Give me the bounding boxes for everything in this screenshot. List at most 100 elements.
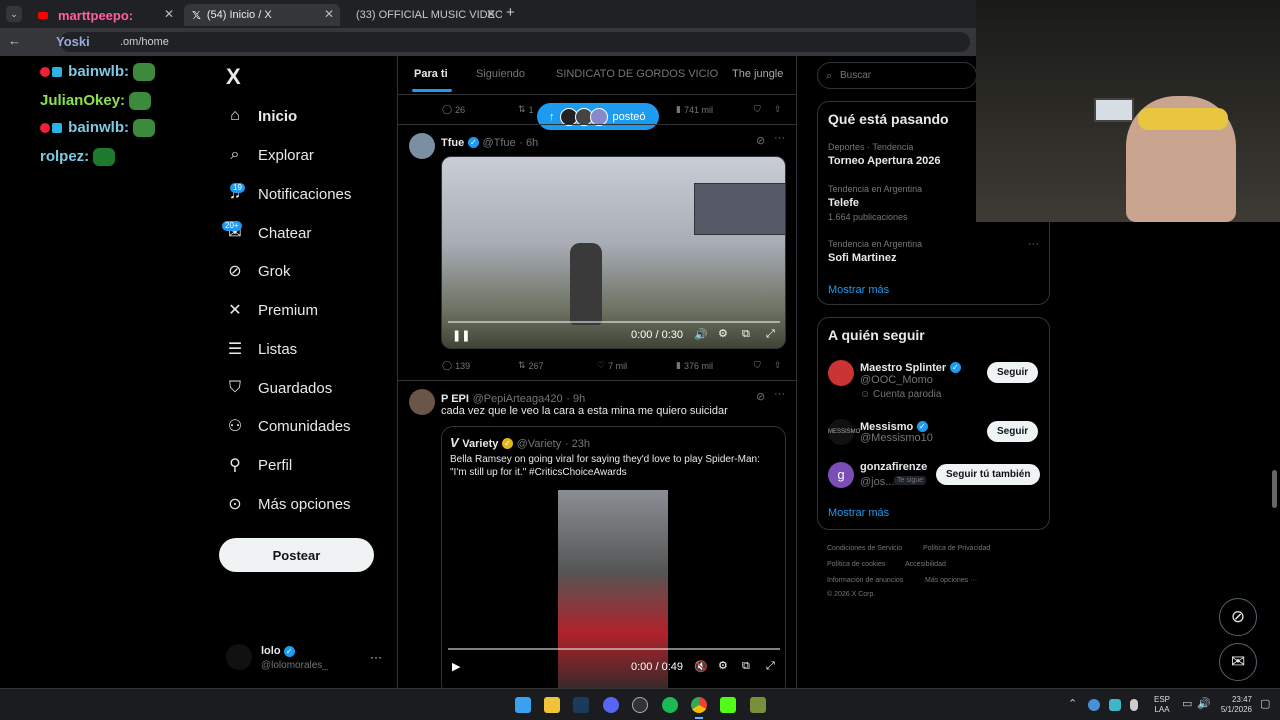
fullscreen-icon[interactable]: ⤢ bbox=[766, 660, 775, 673]
avatar[interactable] bbox=[409, 389, 435, 415]
fullscreen-icon[interactable]: ⤢ bbox=[766, 328, 775, 341]
retweet-button[interactable]: ⇅ 267 bbox=[518, 360, 544, 371]
account-switcher[interactable]: lolo ✓ @lolomorales_ ··· bbox=[226, 642, 386, 674]
follow-show-more[interactable]: Mostrar más bbox=[828, 507, 889, 519]
nav-explore[interactable]: ⌕ Explorar bbox=[226, 139, 314, 171]
trend-item[interactable]: Sofi Martinez bbox=[828, 252, 896, 264]
more-icon[interactable]: ··· bbox=[774, 388, 785, 400]
play-icon[interactable]: ▶ bbox=[452, 660, 460, 673]
notification-icon[interactable]: ▢ bbox=[1260, 697, 1270, 710]
views-button[interactable]: ▮ 741 mil bbox=[676, 104, 713, 115]
pip-icon[interactable]: ⧉ bbox=[742, 328, 750, 341]
tab-list-button[interactable]: ⌄ bbox=[6, 6, 22, 22]
x-logo[interactable]: X bbox=[226, 64, 241, 90]
follow-name[interactable]: gonzafirenze bbox=[860, 461, 927, 473]
avatar[interactable] bbox=[828, 360, 854, 386]
chrome-icon[interactable] bbox=[691, 697, 707, 713]
browser-tab-2[interactable]: 𝕏 (54) Inicio / X ✕ bbox=[184, 4, 340, 26]
reply-button[interactable]: ◯ 26 bbox=[442, 104, 465, 115]
close-icon[interactable]: ✕ bbox=[486, 7, 496, 21]
search-input[interactable]: ⌕ Buscar bbox=[817, 62, 977, 89]
microphone-icon[interactable] bbox=[1130, 699, 1138, 711]
browser-tab-3[interactable]: (33) OFFICIAL MUSIC VIDEO: S... ✕ bbox=[342, 4, 502, 26]
post-button[interactable]: Postear bbox=[219, 538, 374, 572]
nav-more[interactable]: ⊙ Más opciones bbox=[226, 488, 350, 520]
footer-link[interactable]: Información de anuncios bbox=[827, 577, 903, 584]
grok-icon[interactable]: ⊘ bbox=[756, 390, 765, 403]
avatar[interactable]: MESSISMO bbox=[828, 419, 860, 445]
nav-profile[interactable]: ⚲ Perfil bbox=[226, 449, 292, 481]
more-icon[interactable]: ··· bbox=[370, 650, 382, 664]
footer-link[interactable]: Política de cookies bbox=[827, 561, 885, 568]
obs-icon[interactable] bbox=[632, 697, 648, 713]
discord-icon[interactable] bbox=[603, 697, 619, 713]
footer-link[interactable]: Accesibilidad bbox=[905, 561, 946, 568]
back-icon[interactable]: ← bbox=[8, 33, 21, 48]
trends-show-more[interactable]: Mostrar más bbox=[828, 284, 889, 296]
language-indicator[interactable]: ESP LAA bbox=[1154, 695, 1170, 715]
bookmark-button[interactable]: ⛉ bbox=[754, 360, 761, 371]
trend-item[interactable]: Telefe bbox=[828, 197, 859, 209]
share-button[interactable]: ⇪ bbox=[774, 104, 782, 115]
volume-icon[interactable]: 🔊 bbox=[694, 328, 708, 341]
avatar[interactable]: g bbox=[828, 462, 854, 488]
video-progress[interactable] bbox=[448, 648, 780, 650]
address-bar[interactable]: .om/home bbox=[60, 32, 970, 52]
scrollbar[interactable] bbox=[1272, 470, 1277, 508]
folder-icon[interactable] bbox=[544, 697, 560, 713]
messages-button[interactable]: ✉ bbox=[1219, 643, 1257, 681]
network-icon[interactable]: ▭ bbox=[1182, 697, 1192, 710]
chevron-up-icon[interactable]: ⌃ bbox=[1068, 697, 1077, 710]
nav-bookmarks[interactable]: ⛉ Guardados bbox=[226, 372, 332, 404]
nav-home[interactable]: ⌂ Inicio bbox=[226, 100, 297, 132]
follow-button[interactable]: Seguir bbox=[987, 421, 1039, 442]
tab-siguiendo[interactable]: Siguiendo bbox=[476, 68, 525, 80]
tab-para-ti[interactable]: Para ti bbox=[414, 68, 448, 80]
quote-video[interactable]: ▶ 0:00 / 0:49 🔇 ⚙ ⧉ ⤢ bbox=[442, 490, 785, 688]
kick-icon[interactable] bbox=[720, 697, 736, 713]
spotify-icon[interactable] bbox=[662, 697, 678, 713]
tab-the-jungle[interactable]: The jungle bbox=[732, 68, 783, 80]
footer-link[interactable]: Más opciones ··· bbox=[925, 577, 977, 584]
volume-icon[interactable]: 🔊 bbox=[1197, 697, 1211, 710]
tweet-video[interactable]: ❚❚ 0:00 / 0:30 🔊 ⚙ ⧉ ⤢ bbox=[441, 156, 786, 349]
tray-icon[interactable] bbox=[1088, 699, 1100, 711]
more-icon[interactable]: ··· bbox=[1028, 238, 1039, 250]
browser-tab-1[interactable]: marttpeepo: ✕ bbox=[30, 4, 180, 26]
gear-icon[interactable]: ⚙ bbox=[718, 327, 728, 340]
nav-grok[interactable]: ⊘ Grok bbox=[226, 255, 290, 287]
follow-back-button[interactable]: Seguir tú también bbox=[936, 464, 1041, 485]
reply-button[interactable]: ◯ 139 bbox=[442, 360, 470, 371]
clock[interactable]: 23:47 5/1/2026 bbox=[1216, 695, 1252, 715]
nav-premium[interactable]: ✕ Premium bbox=[226, 294, 318, 326]
nav-lists[interactable]: ☰ Listas bbox=[226, 333, 297, 365]
footer-link[interactable]: Condiciones de Servicio bbox=[827, 545, 902, 552]
close-icon[interactable]: ✕ bbox=[164, 7, 174, 21]
views-button[interactable]: ▮ 376 mil bbox=[676, 360, 713, 371]
video-progress[interactable] bbox=[448, 321, 780, 323]
grok-button[interactable]: ⊘ bbox=[1219, 598, 1257, 636]
new-posts-pill[interactable]: ↑ posteó bbox=[537, 103, 659, 130]
share-button[interactable]: ⇪ bbox=[774, 360, 782, 371]
avatar[interactable] bbox=[409, 133, 435, 159]
pip-icon[interactable]: ⧉ bbox=[742, 660, 750, 673]
mute-icon[interactable]: 🔇 bbox=[694, 660, 708, 673]
like-button[interactable]: ♡ 7 mil bbox=[597, 360, 627, 371]
bookmark-button[interactable]: ⛉ bbox=[754, 104, 761, 115]
pause-icon[interactable]: ❚❚ bbox=[452, 329, 470, 342]
quote-tweet[interactable]: V Variety ✓ @Variety · 23h Bella Ramsey … bbox=[441, 426, 786, 688]
windows-start-icon[interactable] bbox=[515, 697, 531, 713]
app-icon[interactable] bbox=[750, 697, 766, 713]
nav-notifications[interactable]: ♫ Notificaciones bbox=[226, 178, 351, 210]
grok-icon[interactable]: ⊘ bbox=[756, 134, 765, 147]
follow-button[interactable]: Seguir bbox=[987, 362, 1039, 383]
tab-sindicato[interactable]: SINDICATO DE GORDOS VICIO bbox=[556, 68, 718, 80]
footer-link[interactable]: Política de Privacidad bbox=[923, 545, 990, 552]
nav-communities[interactable]: ⚇ Comunidades bbox=[226, 410, 351, 442]
gear-icon[interactable]: ⚙ bbox=[718, 659, 728, 672]
steam-icon[interactable] bbox=[573, 697, 589, 713]
more-icon[interactable]: ··· bbox=[774, 132, 785, 144]
new-tab-button[interactable]: + bbox=[506, 4, 515, 21]
trend-item[interactable]: Torneo Apertura 2026 bbox=[828, 155, 940, 167]
close-icon[interactable]: ✕ bbox=[324, 7, 334, 21]
